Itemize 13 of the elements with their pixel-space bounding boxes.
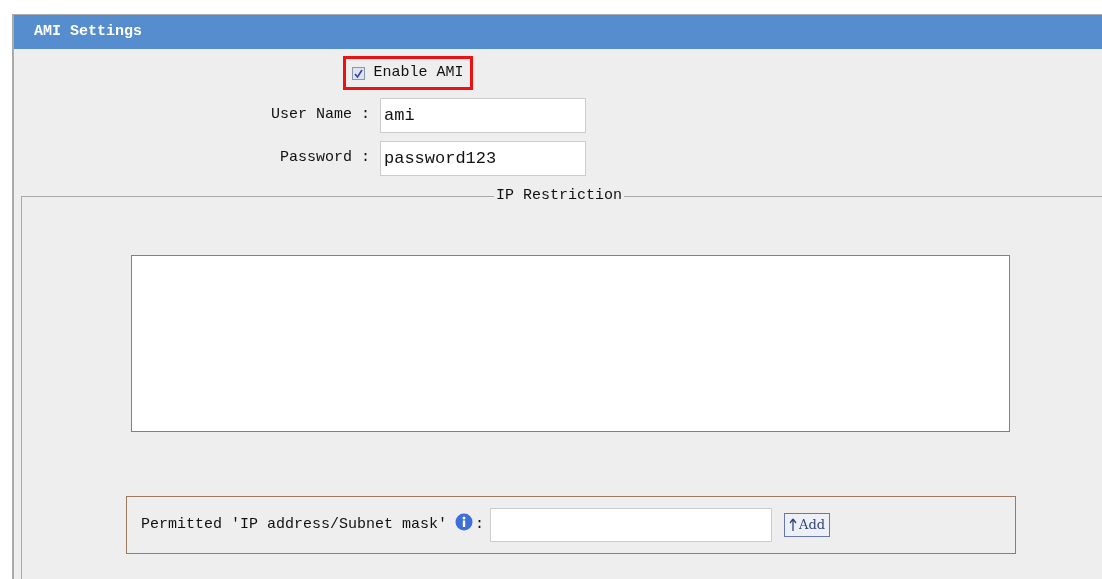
field-label: User Name : (269, 105, 371, 126)
text-field[interactable]: password123 (380, 141, 586, 176)
field-label: Password : (279, 148, 371, 169)
up-arrow-icon (789, 518, 798, 532)
add-button[interactable]: Add (784, 513, 831, 537)
panel-title: AMI Settings (34, 21, 143, 42)
colon-text: : (475, 514, 485, 535)
enable-checkbox[interactable] (352, 66, 366, 80)
text-field[interactable]: ami (380, 98, 586, 133)
ip-input-field[interactable] (490, 508, 773, 542)
permitted-label: Permitted 'IP address/Subnet mask' (141, 514, 448, 535)
info-icon[interactable] (455, 513, 474, 531)
enable-label: Enable AMI (373, 62, 464, 83)
